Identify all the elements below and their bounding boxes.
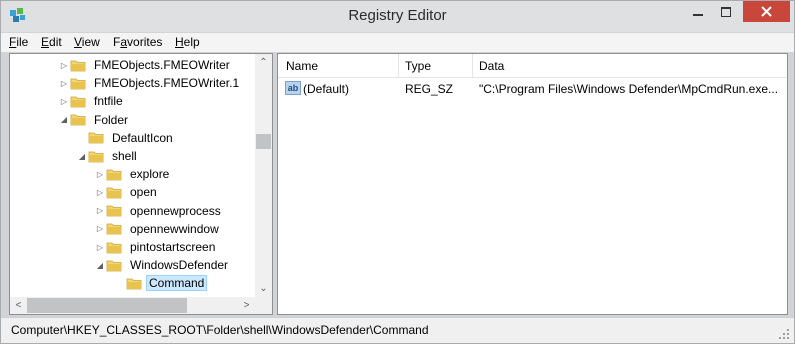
folder-icon [88, 151, 104, 162]
horizontal-scroll-thumb[interactable] [27, 298, 187, 313]
tree-item[interactable]: ▷ explore [94, 165, 173, 183]
tree-item[interactable]: ◢ WindowsDefender [94, 256, 232, 274]
tree-horizontal-scrollbar[interactable]: < > [10, 297, 272, 314]
folder-icon [106, 205, 122, 217]
tree-item[interactable]: ◢ shell [76, 147, 141, 165]
tree-vertical-scrollbar[interactable]: ⌃ ⌄ [255, 54, 272, 297]
expand-arrow-icon[interactable]: ▷ [94, 243, 106, 252]
tree-item[interactable]: ◢ Folder [58, 111, 132, 129]
minimize-icon [692, 13, 703, 16]
expand-arrow-icon[interactable]: ▷ [94, 188, 106, 197]
folder-icon [106, 169, 122, 181]
collapse-arrow-icon[interactable]: ◢ [94, 261, 106, 270]
collapse-arrow-icon[interactable]: ◢ [76, 152, 88, 161]
menu-favorites[interactable]: Favorites [113, 35, 162, 49]
expand-arrow-icon[interactable]: ▷ [94, 206, 106, 215]
registry-editor-window: Registry Editor File Edit View Favorites… [0, 0, 795, 344]
tree-item-label: fntfile [94, 94, 123, 109]
scroll-right-icon[interactable]: > [238, 297, 255, 314]
scroll-up-icon[interactable]: ⌃ [255, 54, 272, 71]
tree-item[interactable]: ▷ FMEObjects.FMEOWriter [58, 56, 234, 74]
close-button[interactable] [743, 1, 790, 22]
folder-icon [70, 78, 86, 90]
folder-icon [70, 60, 86, 71]
title-bar[interactable]: Registry Editor [1, 1, 794, 32]
tree-item[interactable]: ▷ FMEObjects.FMEOWriter.1 [58, 74, 243, 92]
menu-edit[interactable]: Edit [41, 35, 62, 49]
column-header-data[interactable]: Data [479, 59, 504, 73]
column-divider[interactable] [472, 54, 473, 78]
folder-icon [126, 278, 142, 290]
tree-item-label: shell [112, 149, 137, 163]
tree-item-label: open [130, 185, 157, 200]
menu-help[interactable]: Help [175, 35, 200, 49]
tree-item-label: FMEObjects.FMEOWriter [94, 58, 230, 72]
collapse-arrow-icon[interactable]: ◢ [58, 115, 70, 124]
folder-icon [106, 187, 122, 199]
tree-item[interactable]: ▷ fntfile [58, 92, 127, 110]
expand-arrow-icon[interactable]: ▷ [58, 61, 70, 70]
expand-arrow-icon[interactable]: ▷ [94, 170, 106, 179]
tree-item[interactable]: ▷ pintostartscreen [94, 238, 219, 256]
value-type: REG_SZ [405, 82, 454, 96]
tree-item[interactable]: ▷ opennewprocess [94, 202, 225, 220]
tree-item[interactable]: ▷ open [94, 183, 161, 201]
tree-item-label: Command [146, 275, 208, 292]
folder-icon [70, 114, 86, 126]
maximize-button[interactable] [712, 1, 739, 22]
list-header: Name Type Data [278, 54, 787, 78]
vertical-scroll-thumb[interactable] [256, 134, 271, 149]
tree-item-label: opennewwindow [130, 221, 219, 236]
column-header-type[interactable]: Type [405, 59, 431, 73]
folder-icon [70, 96, 86, 108]
tree-item[interactable]: Command [114, 274, 208, 292]
close-icon [761, 6, 772, 17]
scroll-down-icon[interactable]: ⌄ [255, 280, 272, 297]
tree-item[interactable]: DefaultIcon [76, 129, 177, 147]
resize-grip-icon[interactable] [778, 328, 790, 340]
tree-item-label: Folder [94, 112, 129, 127]
expand-arrow-icon[interactable]: ▷ [94, 224, 106, 233]
menu-view[interactable]: View [74, 35, 100, 49]
status-path: Computer\HKEY_CLASSES_ROOT\Folder\shell\… [11, 323, 429, 337]
folder-icon [106, 242, 122, 253]
folder-icon [106, 223, 122, 235]
maximize-icon [720, 6, 731, 17]
status-bar: Computer\HKEY_CLASSES_ROOT\Folder\shell\… [1, 317, 794, 343]
expand-arrow-icon[interactable]: ▷ [58, 97, 70, 106]
values-list[interactable]: Name Type Data ab (Default) REG_SZ "C:\P… [277, 53, 788, 315]
expand-arrow-icon[interactable]: ▷ [58, 79, 70, 88]
column-divider[interactable] [398, 54, 399, 78]
value-data: "C:\Program Files\Windows Defender\MpCmd… [479, 82, 779, 96]
tree-item-label: explore [130, 167, 170, 182]
ab-string-icon: ab [285, 81, 301, 95]
tree-item-label: WindowsDefender [130, 258, 229, 273]
value-name: (Default) [303, 82, 350, 96]
registry-tree[interactable]: ▷ FMEObjects.FMEOWriter ▷ FMEObjects.FMEOWr… [9, 53, 273, 315]
tree-item-label: FMEObjects.FMEOWriter.1 [94, 76, 240, 91]
column-header-name[interactable]: Name [286, 59, 318, 73]
list-item[interactable]: ab (Default) REG_SZ "C:\Program Files\Wi… [278, 80, 787, 99]
menu-file[interactable]: File [9, 35, 28, 49]
tree-item-label: DefaultIcon [112, 130, 173, 145]
folder-icon [106, 260, 122, 272]
minimize-button[interactable] [684, 1, 711, 22]
window-title: Registry Editor [348, 7, 447, 24]
folder-icon [88, 132, 104, 144]
scroll-left-icon[interactable]: < [10, 297, 27, 314]
tree-item[interactable]: ▷ opennewwindow [94, 220, 223, 238]
tree-item-label: pintostartscreen [130, 240, 216, 254]
tree-item-label: opennewprocess [130, 203, 221, 218]
menu-bar: File Edit View Favorites Help [1, 33, 794, 52]
